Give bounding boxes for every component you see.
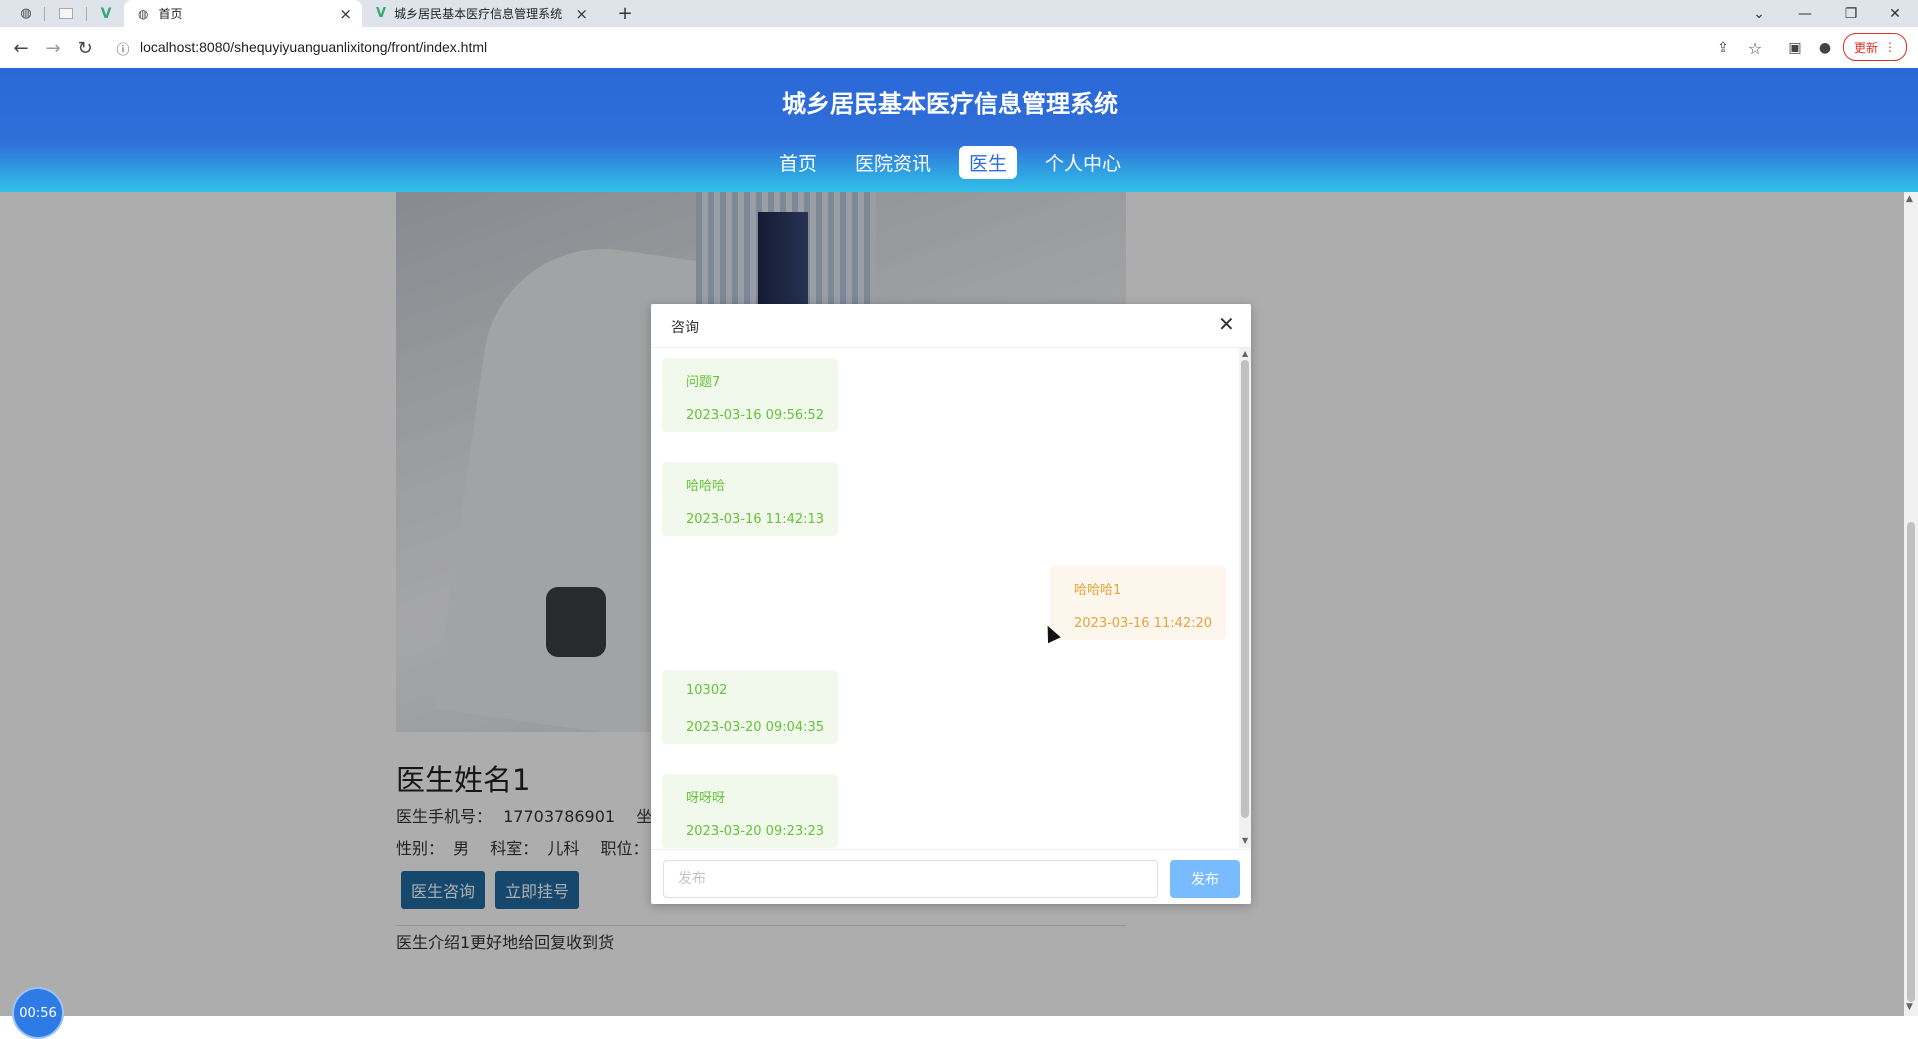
chat-message: 问题7 2023-03-16 09:56:52 [662, 358, 838, 432]
publish-button[interactable]: 发布 [1170, 860, 1240, 898]
pinned-tab-vue[interactable]: V [94, 0, 118, 27]
message-text: 哈哈哈1 [1074, 583, 1122, 598]
menu-icon: ⋮ [1884, 40, 1896, 54]
update-label: 更新 [1853, 40, 1878, 55]
tab-title: 城乡居民基本医疗信息管理系统 [394, 7, 563, 21]
message-time: 2023-03-16 11:42:20 [1074, 616, 1213, 631]
message-time: 2023-03-16 11:42:13 [686, 512, 825, 527]
message-text: 10302 [686, 683, 728, 698]
message-time: 2023-03-16 09:56:52 [686, 408, 825, 423]
vue-icon: V [100, 5, 112, 22]
main-nav: 首页 医院资讯 医生 个人中心 [0, 146, 1900, 179]
pinned-tab-blank[interactable] [54, 0, 78, 27]
pinned-tab-globe[interactable]: ◍ [14, 0, 38, 27]
site-title: 城乡居民基本医疗信息管理系统 [782, 90, 1118, 118]
new-tab-button[interactable]: + [612, 0, 638, 27]
dialog-header: 咨询 ✕ [651, 304, 1251, 348]
profile-icon[interactable]: ● [1812, 35, 1838, 61]
tab-home[interactable]: ◍ 首页 × [124, 0, 362, 27]
page-scrollbar[interactable]: ▲ ▼ [1904, 192, 1918, 1016]
nav-hospital-news[interactable]: 医院资讯 [845, 146, 941, 179]
close-icon[interactable]: ✕ [1218, 312, 1235, 336]
nav-home[interactable]: 首页 [769, 146, 827, 179]
back-icon[interactable]: ← [8, 35, 34, 61]
dialog-footer: 发布 [651, 849, 1251, 905]
chat-list: 问题7 2023-03-16 09:56:52 哈哈哈 2023-03-16 1… [651, 348, 1241, 848]
forward-icon[interactable]: → [40, 35, 66, 61]
message-time: 2023-03-20 09:04:35 [686, 720, 825, 735]
dialog-title: 咨询 [671, 320, 699, 336]
sidebar-icon[interactable]: ▣ [1782, 35, 1808, 61]
page-bottom [0, 1016, 1918, 1036]
tab-system[interactable]: V 城乡居民基本医疗信息管理系统 × [366, 0, 598, 27]
star-icon[interactable]: ☆ [1742, 35, 1768, 61]
page-icon [59, 8, 73, 19]
close-tab-icon[interactable]: × [339, 5, 352, 23]
window-close-icon[interactable]: ✕ [1872, 0, 1918, 27]
message-input[interactable] [663, 860, 1158, 898]
chat-scrollbar[interactable]: ▲ ▼ [1239, 348, 1251, 848]
globe-icon: ◍ [138, 6, 149, 21]
tab-search-icon[interactable]: ⌄ [1736, 0, 1782, 27]
nav-doctor[interactable]: 医生 [959, 146, 1018, 179]
tab-title: 首页 [158, 7, 183, 21]
recording-timer: 00:56 [12, 987, 64, 1039]
message-text: 问题7 [686, 375, 721, 390]
info-icon[interactable]: ⓘ [110, 35, 136, 61]
browser-tab-bar: ◍ V ◍ 首页 × V 城乡居民基本医疗信息管理系统 × + ⌄ — ❐ ✕ [0, 0, 1918, 27]
message-text: 哈哈哈 [686, 479, 726, 494]
vue-icon: V [376, 6, 387, 21]
chat-message: 哈哈哈 2023-03-16 11:42:13 [662, 462, 838, 536]
minimize-icon[interactable]: — [1782, 0, 1828, 27]
browser-toolbar: ← → ↻ ⓘ localhost:8080/shequyiyuanguanli… [0, 27, 1918, 69]
reload-icon[interactable]: ↻ [72, 35, 98, 61]
close-tab-icon[interactable]: × [575, 5, 588, 23]
message-text: 呀呀呀 [686, 791, 726, 806]
chat-message: 呀呀呀 2023-03-20 09:23:23 [662, 774, 838, 848]
nav-personal-center[interactable]: 个人中心 [1035, 146, 1131, 179]
update-button[interactable]: 更新 ⋮ [1843, 33, 1907, 61]
chat-message: 10302 2023-03-20 09:04:35 [662, 670, 838, 744]
chat-message: 哈哈哈1 2023-03-16 11:42:20 [1050, 566, 1226, 640]
share-icon[interactable]: ⇪ [1710, 35, 1736, 61]
address-bar[interactable]: localhost:8080/shequyiyuanguanlixitong/f… [140, 39, 487, 55]
restore-icon[interactable]: ❐ [1828, 0, 1874, 27]
message-time: 2023-03-20 09:23:23 [686, 824, 825, 839]
consult-dialog: 咨询 ✕ 问题7 2023-03-16 09:56:52 哈哈哈 2023-03… [651, 304, 1251, 904]
globe-icon: ◍ [20, 6, 32, 21]
site-header: 城乡居民基本医疗信息管理系统 首页 医院资讯 医生 个人中心 [0, 68, 1918, 192]
